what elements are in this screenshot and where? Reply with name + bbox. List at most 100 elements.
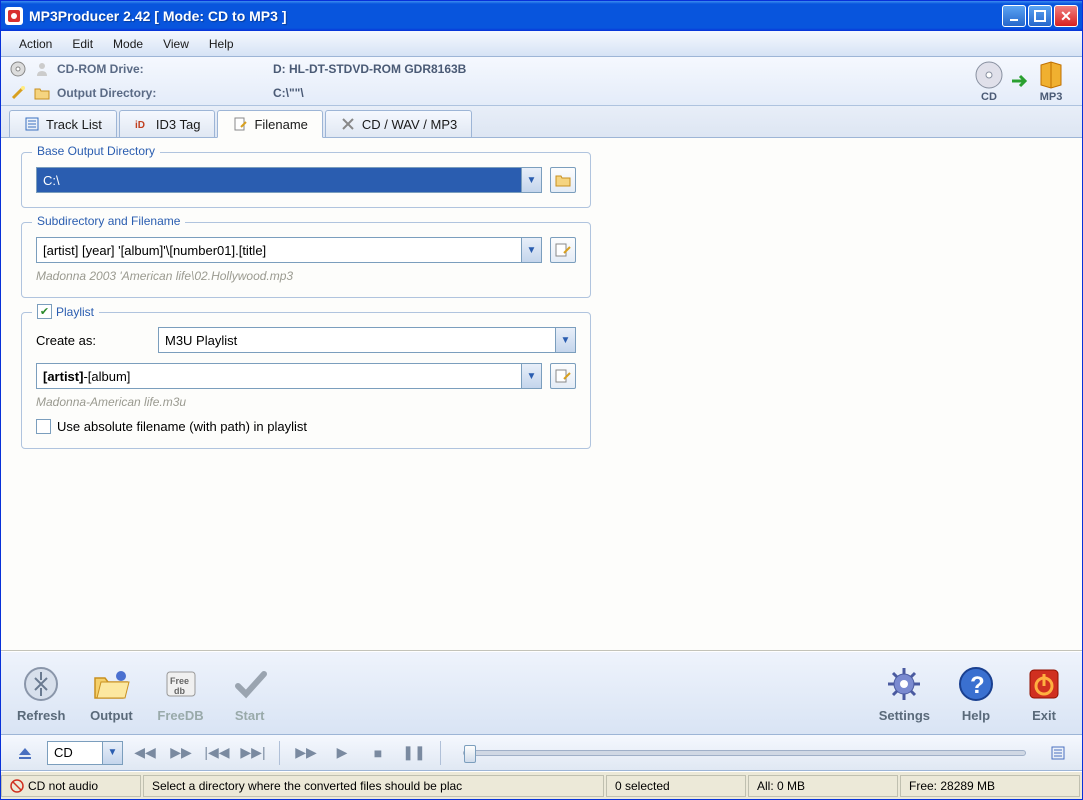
tab-track-list[interactable]: Track List <box>9 110 117 137</box>
tab-cd-wav-mp3[interactable]: CD / WAV / MP3 <box>325 110 472 137</box>
arrow-right-icon <box>1010 66 1030 96</box>
filename-example: Madonna 2003 'American life\02.Hollywood… <box>36 269 576 283</box>
start-button[interactable]: Start <box>228 663 272 723</box>
create-as-label: Create as: <box>36 333 146 348</box>
exit-button[interactable]: Exit <box>1022 663 1066 723</box>
filename-pattern-combo[interactable]: [artist] [year] '[album]'\[number01].[ti… <box>36 237 542 263</box>
drive-value: D: HL-DT-STDVD-ROM GDR8163B <box>273 62 466 76</box>
playlist-pattern-combo[interactable]: [artist]-[album] ▼ <box>36 363 542 389</box>
drive-label: CD-ROM Drive: <box>57 62 267 76</box>
app-window: MP3Producer 2.42 [ Mode: CD to MP3 ] ✕ A… <box>0 0 1083 800</box>
status-cd-text: CD not audio <box>28 779 98 793</box>
freedb-button[interactable]: Freedb FreeDB <box>157 663 203 723</box>
base-output-directory-group: Base Output Directory C:\ ▼ <box>21 152 591 208</box>
tool-label: Refresh <box>17 708 65 723</box>
menu-help[interactable]: Help <box>199 34 244 54</box>
playlist-example: Madonna-American life.m3u <box>36 395 576 409</box>
help-icon: ? <box>954 663 998 705</box>
edit-pattern-button[interactable] <box>550 237 576 263</box>
output-value: C:\""\ <box>273 86 304 100</box>
status-hint: Select a directory where the converted f… <box>143 775 604 797</box>
browse-folder-button[interactable] <box>550 167 576 193</box>
base-dir-combo[interactable]: C:\ ▼ <box>36 167 542 193</box>
folder-open-icon <box>89 663 133 705</box>
list-icon <box>24 116 40 132</box>
tool-label: Output <box>90 708 133 723</box>
absolute-filename-checkbox[interactable] <box>36 419 51 434</box>
refresh-icon <box>19 663 63 705</box>
tool-label: Start <box>235 708 265 723</box>
tool-label: Exit <box>1032 708 1056 723</box>
subdirectory-filename-group: Subdirectory and Filename [artist] [year… <box>21 222 591 298</box>
help-button[interactable]: ? Help <box>954 663 998 723</box>
rewind-button[interactable]: ◀◀ <box>131 741 159 765</box>
window-controls: ✕ <box>1002 5 1078 27</box>
mp3-format-button[interactable]: MP3 <box>1032 60 1070 103</box>
chevron-down-icon[interactable]: ▼ <box>555 328 575 352</box>
playlist-type-value: M3U Playlist <box>159 333 555 348</box>
playlist-toggle-button[interactable] <box>1044 741 1072 765</box>
playlist-type-combo[interactable]: M3U Playlist ▼ <box>158 327 576 353</box>
tab-label: ID3 Tag <box>156 117 201 132</box>
wand-icon[interactable] <box>9 84 27 102</box>
window-title: MP3Producer 2.42 [ Mode: CD to MP3 ] <box>29 8 1002 24</box>
prev-track-button[interactable]: |◀◀ <box>203 741 231 765</box>
cd-format-button[interactable]: CD <box>970 60 1008 103</box>
info-panel: CD-ROM Drive: D: HL-DT-STDVD-ROM GDR8163… <box>1 57 1082 106</box>
bottom-toolbar: Refresh Output Freedb FreeDB Start Setti… <box>1 651 1082 735</box>
maximize-button[interactable] <box>1028 5 1052 27</box>
checkmark-icon <box>228 663 272 705</box>
playlist-pattern-value: [artist]-[album] <box>37 369 521 384</box>
cd-format-label: CD <box>981 91 997 103</box>
status-cd: CD not audio <box>1 775 141 797</box>
fast-forward-button[interactable]: ▶▶ <box>167 741 195 765</box>
gear-icon <box>882 663 926 705</box>
stop-button[interactable]: ■ <box>364 741 392 765</box>
output-button[interactable]: Output <box>89 663 133 723</box>
slider-thumb[interactable] <box>464 745 476 763</box>
playlist-legend: ✔ Playlist <box>32 304 99 319</box>
close-button[interactable]: ✕ <box>1054 5 1078 27</box>
minimize-button[interactable] <box>1002 5 1026 27</box>
filename-pattern-value: [artist] [year] '[album]'\[number01].[ti… <box>37 243 521 258</box>
chevron-down-icon[interactable]: ▼ <box>102 742 122 764</box>
svg-text:iD: iD <box>135 120 145 131</box>
playlist-checkbox[interactable]: ✔ <box>37 304 52 319</box>
eject-button[interactable] <box>11 741 39 765</box>
source-value: CD <box>48 745 102 760</box>
tabs: Track List iD ID3 Tag Filename CD / WAV … <box>1 106 1082 138</box>
edit-playlist-pattern-button[interactable] <box>550 363 576 389</box>
menu-edit[interactable]: Edit <box>62 34 103 54</box>
player-bar: CD ▼ ◀◀ ▶▶ |◀◀ ▶▶| ▶▶ ▶ ■ ❚❚ <box>1 735 1082 771</box>
play-fast-button[interactable]: ▶▶ <box>292 741 320 765</box>
cd-error-icon <box>10 779 24 793</box>
folder-icon[interactable] <box>33 84 51 102</box>
menu-action[interactable]: Action <box>9 34 62 54</box>
next-track-button[interactable]: ▶▶| <box>239 741 267 765</box>
freedb-icon: Freedb <box>159 663 203 705</box>
status-free: Free: 28289 MB <box>900 775 1080 797</box>
id3-icon: iD <box>134 116 150 132</box>
settings-button[interactable]: Settings <box>879 663 930 723</box>
subdir-legend: Subdirectory and Filename <box>32 214 185 228</box>
mp3-format-label: MP3 <box>1040 91 1063 103</box>
chevron-down-icon[interactable]: ▼ <box>521 168 541 192</box>
source-combo[interactable]: CD ▼ <box>47 741 123 765</box>
menu-view[interactable]: View <box>153 34 199 54</box>
tool-label: Settings <box>879 708 930 723</box>
chevron-down-icon[interactable]: ▼ <box>521 364 541 388</box>
chevron-down-icon[interactable]: ▼ <box>521 238 541 262</box>
svg-text:?: ? <box>970 672 985 699</box>
position-slider[interactable] <box>463 750 1026 756</box>
cd-icon <box>9 60 27 78</box>
play-button[interactable]: ▶ <box>328 741 356 765</box>
tools-icon <box>340 116 356 132</box>
output-label: Output Directory: <box>57 86 267 100</box>
tab-filename[interactable]: Filename <box>217 110 322 138</box>
menu-mode[interactable]: Mode <box>103 34 153 54</box>
tab-id3-tag[interactable]: iD ID3 Tag <box>119 110 216 137</box>
pause-button[interactable]: ❚❚ <box>400 741 428 765</box>
power-icon <box>1022 663 1066 705</box>
refresh-button[interactable]: Refresh <box>17 663 65 723</box>
playlist-legend-text: Playlist <box>56 305 94 319</box>
